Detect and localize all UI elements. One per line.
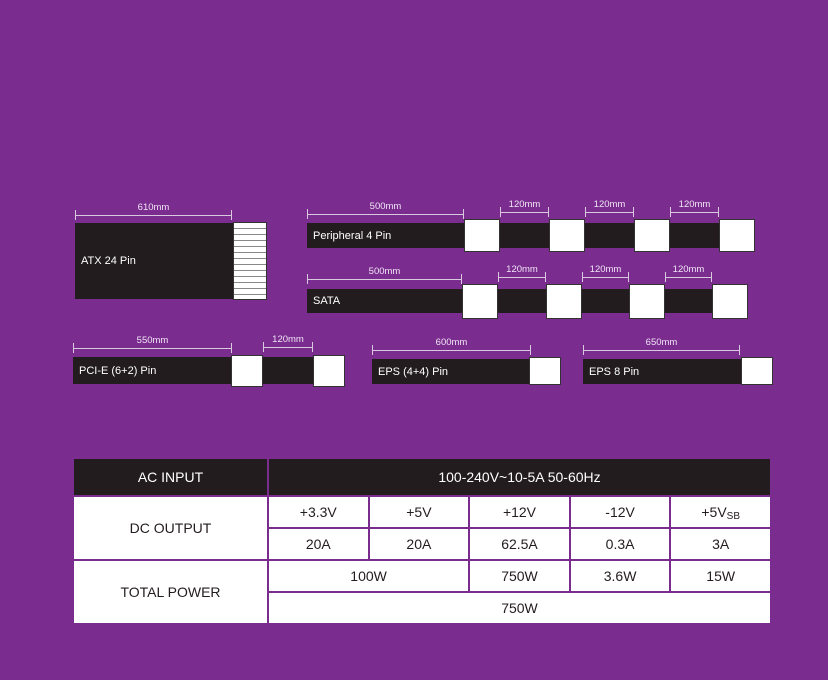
power-spec-table: AC INPUT 100-240V~10-5A 50-60Hz DC OUTPU…: [72, 457, 772, 625]
current-5vsb: 3A: [669, 527, 772, 561]
power-3v3-5v: 100W: [266, 559, 471, 593]
current-5v: 20A: [367, 527, 471, 561]
pcie-cable: PCI-E (6+2) Pin: [73, 357, 233, 384]
eps8-connector-icon: [741, 357, 773, 385]
peripheral-length-label: 500mm: [369, 201, 402, 212]
sata-cable: SATA: [307, 289, 467, 313]
total-power-row: TOTAL POWER 100W 750W 3.6W 15W: [72, 559, 772, 625]
atx-24-pin-cable: ATX 24 Pin: [75, 223, 235, 299]
sata-connector-icon: [712, 284, 748, 319]
peripheral-segment-dimension-3: 120mm: [670, 199, 719, 217]
rail-3v3: +3.3V: [267, 495, 370, 529]
sata-connector-icon: [462, 284, 498, 319]
sata-segment-3: [665, 289, 713, 313]
peripheral-segment-3: [670, 223, 720, 248]
eps44-cable: EPS (4+4) Pin: [372, 359, 532, 384]
rail-neg12v: -12V: [568, 495, 672, 529]
eps-connector-icon: [529, 357, 561, 385]
sata-segment-dimension-1: 120mm: [498, 264, 546, 282]
ac-input-row: AC INPUT 100-240V~10-5A 50-60Hz: [72, 457, 772, 497]
molex-connector-icon: [634, 219, 670, 252]
atx-length-label: 610mm: [137, 202, 170, 213]
rail-5vsb-sub: SB: [726, 511, 741, 522]
sata-label: SATA: [313, 295, 341, 307]
rail-12v: +12V: [468, 495, 571, 529]
ac-input-value: 100-240V~10-5A 50-60Hz: [267, 457, 772, 497]
sata-segment-2: [582, 289, 630, 313]
current-12v: 62.5A: [468, 527, 571, 561]
sata-segment-dimension-2: 120mm: [582, 264, 629, 282]
atx-24-pin-connector-icon: [233, 222, 267, 300]
peripheral-segment-1: [500, 223, 550, 248]
molex-connector-icon: [719, 219, 755, 252]
power-neg12v: 3.6W: [568, 559, 672, 593]
rail-5v: +5V: [367, 495, 471, 529]
power-12v: 750W: [468, 559, 571, 593]
eps8-cable: EPS 8 Pin: [583, 359, 743, 384]
pcie-length-dimension: 550mm: [73, 335, 232, 353]
current-3v3: 20A: [267, 527, 370, 561]
molex-connector-icon: [549, 219, 585, 252]
ac-input-label: AC INPUT: [72, 457, 269, 497]
sata-connector-icon: [629, 284, 665, 319]
peripheral-segment-label-2: 120mm: [593, 199, 626, 210]
eps8-length-dimension: 650mm: [583, 337, 740, 355]
peripheral-segment-label-1: 120mm: [508, 199, 541, 210]
peripheral-length-dimension: 500mm: [307, 201, 464, 219]
pcie-length-label: 550mm: [136, 335, 169, 346]
total-power-label: TOTAL POWER: [72, 559, 269, 625]
eps44-length-dimension: 600mm: [372, 337, 531, 355]
sata-length-dimension: 500mm: [307, 266, 462, 284]
peripheral-4-pin-label: Peripheral 4 Pin: [313, 229, 392, 242]
peripheral-segment-label-3: 120mm: [678, 199, 711, 210]
pcie-connector-icon: [313, 355, 345, 387]
eps44-label: EPS (4+4) Pin: [378, 365, 449, 378]
pcie-label: PCI-E (6+2) Pin: [79, 364, 157, 377]
eps44-length-label: 600mm: [435, 337, 468, 348]
molex-connector-icon: [464, 219, 500, 252]
sata-segment-1: [498, 289, 546, 313]
rail-5vsb: +5VSB: [669, 495, 772, 529]
peripheral-segment-dimension-1: 120mm: [500, 199, 549, 217]
dc-output-label: DC OUTPUT: [72, 495, 269, 561]
atx-length-dimension: 610mm: [75, 202, 232, 220]
pcie-segment: [263, 357, 313, 384]
eps8-length-label: 650mm: [645, 337, 678, 348]
sata-segment-dimension-3: 120mm: [665, 264, 712, 282]
sata-segment-label-1: 120mm: [506, 264, 538, 275]
sata-segment-label-2: 120mm: [589, 264, 622, 275]
power-5vsb: 15W: [669, 559, 772, 593]
peripheral-4-pin-cable: Peripheral 4 Pin: [307, 223, 467, 248]
sata-segment-label-3: 120mm: [672, 264, 705, 275]
total-power-value: 750W: [267, 591, 772, 625]
peripheral-segment-2: [585, 223, 635, 248]
sata-connector-icon: [546, 284, 582, 319]
dc-output-rails-row: DC OUTPUT +3.3V +5V +12V -12V +5VSB: [72, 495, 772, 561]
pcie-segment-dimension: 120mm: [263, 334, 313, 352]
eps8-label: EPS 8 Pin: [589, 365, 640, 378]
pcie-segment-label: 120mm: [272, 334, 304, 345]
sata-length-label: 500mm: [368, 266, 401, 277]
pcie-connector-icon: [231, 355, 263, 387]
rail-5vsb-main: +5V: [701, 504, 727, 520]
atx-24-pin-label: ATX 24 Pin: [81, 255, 136, 267]
peripheral-segment-dimension-2: 120mm: [585, 199, 634, 217]
current-neg12v: 0.3A: [568, 527, 672, 561]
